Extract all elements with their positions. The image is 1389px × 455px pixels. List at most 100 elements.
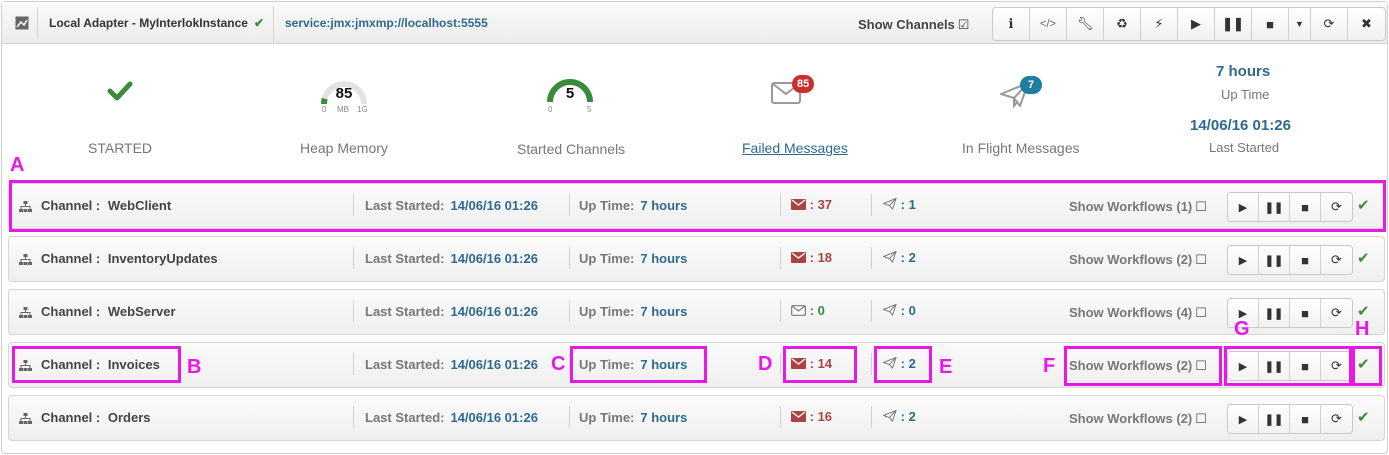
channel-name[interactable]: Channel : InventoryUpdates — [41, 251, 218, 266]
checkbox[interactable]: ☐ — [1195, 305, 1207, 320]
refresh-icon: ⟳ — [1331, 305, 1342, 320]
refresh-button[interactable]: ⟳ — [1311, 8, 1348, 40]
channel-restart-button[interactable]: ⟳ — [1321, 405, 1352, 433]
channel-last-started: Last Started: 14/06/16 01:26 — [365, 304, 538, 319]
service-url: service:jmx:jmxmp://localhost:5555 — [285, 16, 488, 30]
show-channels-toggle[interactable]: Show Channels ☑ — [858, 17, 969, 33]
row-divider — [871, 300, 872, 322]
stop-button[interactable]: ■ — [1252, 8, 1289, 40]
channel-stop-button[interactable]: ■ — [1290, 405, 1321, 433]
annotation-f: F — [1043, 355, 1056, 377]
failed-messages-badge: 85 — [792, 75, 815, 93]
close-button[interactable]: ✖ — [1348, 8, 1385, 40]
channel-stop-button[interactable]: ■ — [1290, 246, 1321, 274]
pause-icon: ❚❚ — [1222, 16, 1244, 31]
paper-plane-icon — [882, 250, 897, 265]
settings-button[interactable]: 🔧︎ — [1067, 8, 1104, 40]
play-icon: ▶ — [1238, 254, 1248, 267]
recycle-icon: ♻ — [1116, 16, 1128, 31]
caret-down-icon: ▼ — [1295, 19, 1304, 29]
channel-last-started: Last Started: 14/06/16 01:26 — [365, 357, 538, 372]
refresh-icon: ⟳ — [1323, 16, 1335, 31]
config-button[interactable]: </> — [1030, 8, 1067, 40]
adapter-icon — [6, 7, 38, 39]
recycle-button[interactable]: ♻ — [1104, 8, 1141, 40]
started-channels-label: Started Channels — [517, 141, 626, 157]
heap-memory-label: Heap Memory — [300, 140, 388, 156]
row-divider — [780, 247, 781, 269]
annotation-g: G — [1234, 318, 1250, 340]
adapter-toolbar: Local Adapter - MyInterlokInstance ✔ serv… — [2, 2, 1387, 44]
toolbar-divider — [273, 6, 274, 42]
show-workflows-toggle[interactable]: Show Workflows (4) ☐ — [1069, 305, 1207, 321]
annotation-box-h — [1352, 346, 1382, 386]
failed-messages-link[interactable]: Failed Messages — [742, 140, 848, 156]
channel-name-value: Orders — [107, 410, 151, 425]
channel-row: Channel : WebServer Last Started: 14/06/16… — [8, 289, 1385, 335]
row-divider — [353, 247, 354, 269]
channel-in-flight: : 0 — [882, 303, 916, 318]
paper-plane-icon — [882, 303, 897, 318]
started-channels-value: 5 — [565, 85, 575, 102]
channel-stop-button[interactable]: ■ — [1290, 299, 1321, 327]
checkbox-checked-icon[interactable]: ☑ — [958, 17, 970, 32]
show-workflows-toggle[interactable]: Show Workflows (2) ☐ — [1069, 411, 1207, 427]
adapter-last-started-label: Last Started — [1209, 140, 1280, 155]
adapter-uptime-label: Up Time — [1221, 87, 1270, 102]
info-button[interactable]: ℹ — [993, 8, 1030, 40]
paper-plane-icon — [882, 409, 897, 424]
channel-name[interactable]: Channel : WebServer — [41, 304, 176, 319]
heap-memory-gauge: 85 0 MB 1G — [318, 76, 370, 116]
channel-start-button[interactable]: ▶ — [1228, 246, 1259, 274]
channel-name[interactable]: Channel : Orders — [41, 410, 151, 425]
channel-failed-messages[interactable]: : 0 — [791, 303, 825, 319]
stop-icon: ■ — [1301, 305, 1309, 321]
channel-restart-button[interactable]: ⟳ — [1321, 246, 1352, 274]
annotation-box-a — [9, 180, 1386, 232]
heap-value: 85 — [335, 85, 353, 102]
annotation-box-c — [570, 346, 707, 383]
code-icon: </> — [1040, 18, 1056, 30]
row-divider — [569, 300, 570, 322]
checkbox[interactable]: ☐ — [1195, 252, 1207, 267]
channel-last-started: Last Started: 14/06/16 01:26 — [365, 251, 538, 266]
pause-button[interactable]: ❚❚ — [1215, 8, 1252, 40]
start-button[interactable]: ▶ — [1178, 8, 1215, 40]
channel-pause-button[interactable]: ❚❚ — [1259, 405, 1290, 433]
channel-start-button[interactable]: ▶ — [1228, 405, 1259, 433]
channel-pause-button[interactable]: ❚❚ — [1259, 299, 1290, 327]
pause-icon: ❚❚ — [1264, 307, 1284, 320]
channel-pause-button[interactable]: ❚❚ — [1259, 246, 1290, 274]
play-icon: ▶ — [1238, 413, 1248, 426]
channel-restart-button[interactable]: ⟳ — [1321, 299, 1352, 327]
channel-failed-messages[interactable]: : 16 — [791, 409, 832, 425]
row-divider — [569, 247, 570, 269]
envelope-icon — [791, 410, 806, 425]
checkbox[interactable]: ☐ — [1195, 411, 1207, 426]
channel-failed-messages[interactable]: : 18 — [791, 250, 832, 266]
status-label: STARTED — [88, 140, 153, 156]
adapter-action-buttons: ℹ </> 🔧︎ ♻ ⚡︎ ▶ ❚❚ ■ ▼ ⟳ ✖ — [992, 7, 1386, 41]
channel-status-ok-icon: ✔ — [1357, 409, 1370, 426]
row-divider — [353, 300, 354, 322]
annotation-d: D — [758, 353, 773, 375]
quick-start-button[interactable]: ⚡︎ — [1141, 8, 1178, 40]
annotation-b: B — [187, 356, 202, 378]
more-actions-dropdown[interactable]: ▼ — [1289, 8, 1311, 40]
channel-up-time: Up Time: 7 hours — [579, 251, 688, 266]
channel-name-value: WebServer — [107, 304, 176, 319]
row-divider — [780, 300, 781, 322]
row-divider — [780, 353, 781, 375]
show-workflows-toggle[interactable]: Show Workflows (2) ☐ — [1069, 252, 1207, 268]
channel-status-ok-icon: ✔ — [1357, 250, 1370, 267]
row-divider — [871, 406, 872, 428]
refresh-icon: ⟳ — [1331, 252, 1342, 267]
heap-unit: MB — [337, 105, 349, 114]
row-divider — [353, 406, 354, 428]
sitemap-icon — [19, 253, 32, 271]
pause-icon: ❚❚ — [1264, 254, 1284, 267]
envelope-icon — [791, 304, 806, 319]
channels-max: 5 — [587, 105, 592, 114]
channels-min: 0 — [548, 105, 553, 114]
stop-icon: ■ — [1301, 411, 1309, 427]
